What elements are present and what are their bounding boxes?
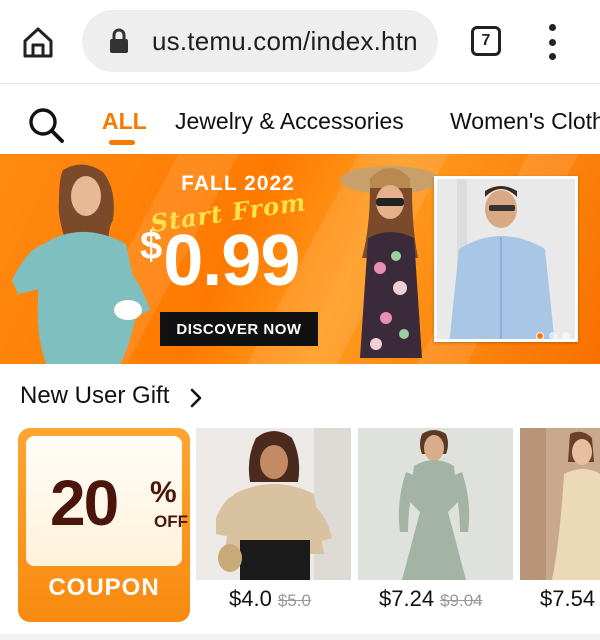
coupon-label: COUPON bbox=[48, 574, 160, 601]
price-original: $9.04 bbox=[440, 591, 483, 610]
discover-now-button[interactable]: DISCOVER NOW bbox=[160, 312, 318, 346]
banner-model-image-center bbox=[340, 166, 440, 358]
product-price: $4.0 $5.0 bbox=[229, 586, 311, 612]
carousel-dot[interactable] bbox=[536, 332, 544, 340]
product-price: $7.24 $9.04 bbox=[379, 586, 483, 612]
tabs-button[interactable]: 7 bbox=[471, 26, 501, 56]
category-tab-womens-clothing[interactable]: Women's Cloth bbox=[450, 108, 600, 135]
price-original: $5.0 bbox=[277, 591, 311, 610]
browser-toolbar: us.temu.com/index.htn 7 bbox=[0, 0, 600, 84]
home-button[interactable] bbox=[18, 22, 58, 62]
banner-price: $0.99 bbox=[140, 220, 300, 302]
banner-model-image-left bbox=[12, 164, 150, 364]
category-tab-jewelry[interactable]: Jewelry & Accessories bbox=[175, 108, 404, 135]
price-current: $4.0 bbox=[229, 586, 272, 611]
section-title[interactable]: New User Gift bbox=[20, 382, 169, 410]
divider bbox=[0, 634, 600, 640]
active-tab-indicator bbox=[109, 140, 135, 145]
coupon-off-label: OFF bbox=[154, 512, 188, 531]
product-price: $7.54 bbox=[540, 586, 595, 612]
banner-photo-frame bbox=[434, 176, 578, 342]
carousel-dot[interactable] bbox=[562, 332, 570, 340]
coupon-percent-symbol: % bbox=[150, 476, 177, 509]
coupon-face: 20 % OFF bbox=[26, 436, 188, 566]
product-image bbox=[520, 428, 600, 580]
address-bar[interactable]: us.temu.com/index.htn bbox=[82, 10, 438, 72]
coupon-value: 20 bbox=[50, 467, 119, 539]
product-card[interactable]: $7.54 bbox=[520, 428, 600, 622]
coupon-card[interactable]: 20 % OFF COUPON bbox=[18, 428, 190, 622]
banner-model-image-right bbox=[437, 179, 575, 339]
home-icon bbox=[23, 27, 53, 58]
product-card[interactable]: $7.24 $9.04 bbox=[358, 428, 513, 622]
more-vert-icon[interactable] bbox=[542, 24, 562, 60]
tab-count: 7 bbox=[481, 32, 491, 49]
product-image bbox=[358, 428, 513, 580]
price-current: $7.24 bbox=[379, 586, 435, 611]
chevron-right-icon[interactable] bbox=[186, 386, 206, 410]
product-card[interactable]: $4.0 $5.0 bbox=[196, 428, 351, 622]
carousel-dot[interactable] bbox=[549, 332, 557, 340]
lock-icon bbox=[110, 28, 128, 53]
banner-price-symbol: $ bbox=[140, 224, 162, 268]
carousel-indicator bbox=[536, 332, 570, 340]
price-current: $7.54 bbox=[540, 586, 596, 611]
banner-price-value: 0.99 bbox=[163, 221, 300, 301]
url-text[interactable]: us.temu.com/index.htn bbox=[152, 26, 418, 57]
category-nav: ALL Jewelry & Accessories Women's Cloth bbox=[0, 90, 600, 152]
product-image bbox=[196, 428, 351, 580]
category-tab-all[interactable]: ALL bbox=[102, 108, 147, 135]
promo-banner[interactable]: FALL 2022 Start From $0.99 DISCOVER NOW bbox=[0, 154, 600, 364]
search-icon[interactable] bbox=[26, 105, 66, 145]
